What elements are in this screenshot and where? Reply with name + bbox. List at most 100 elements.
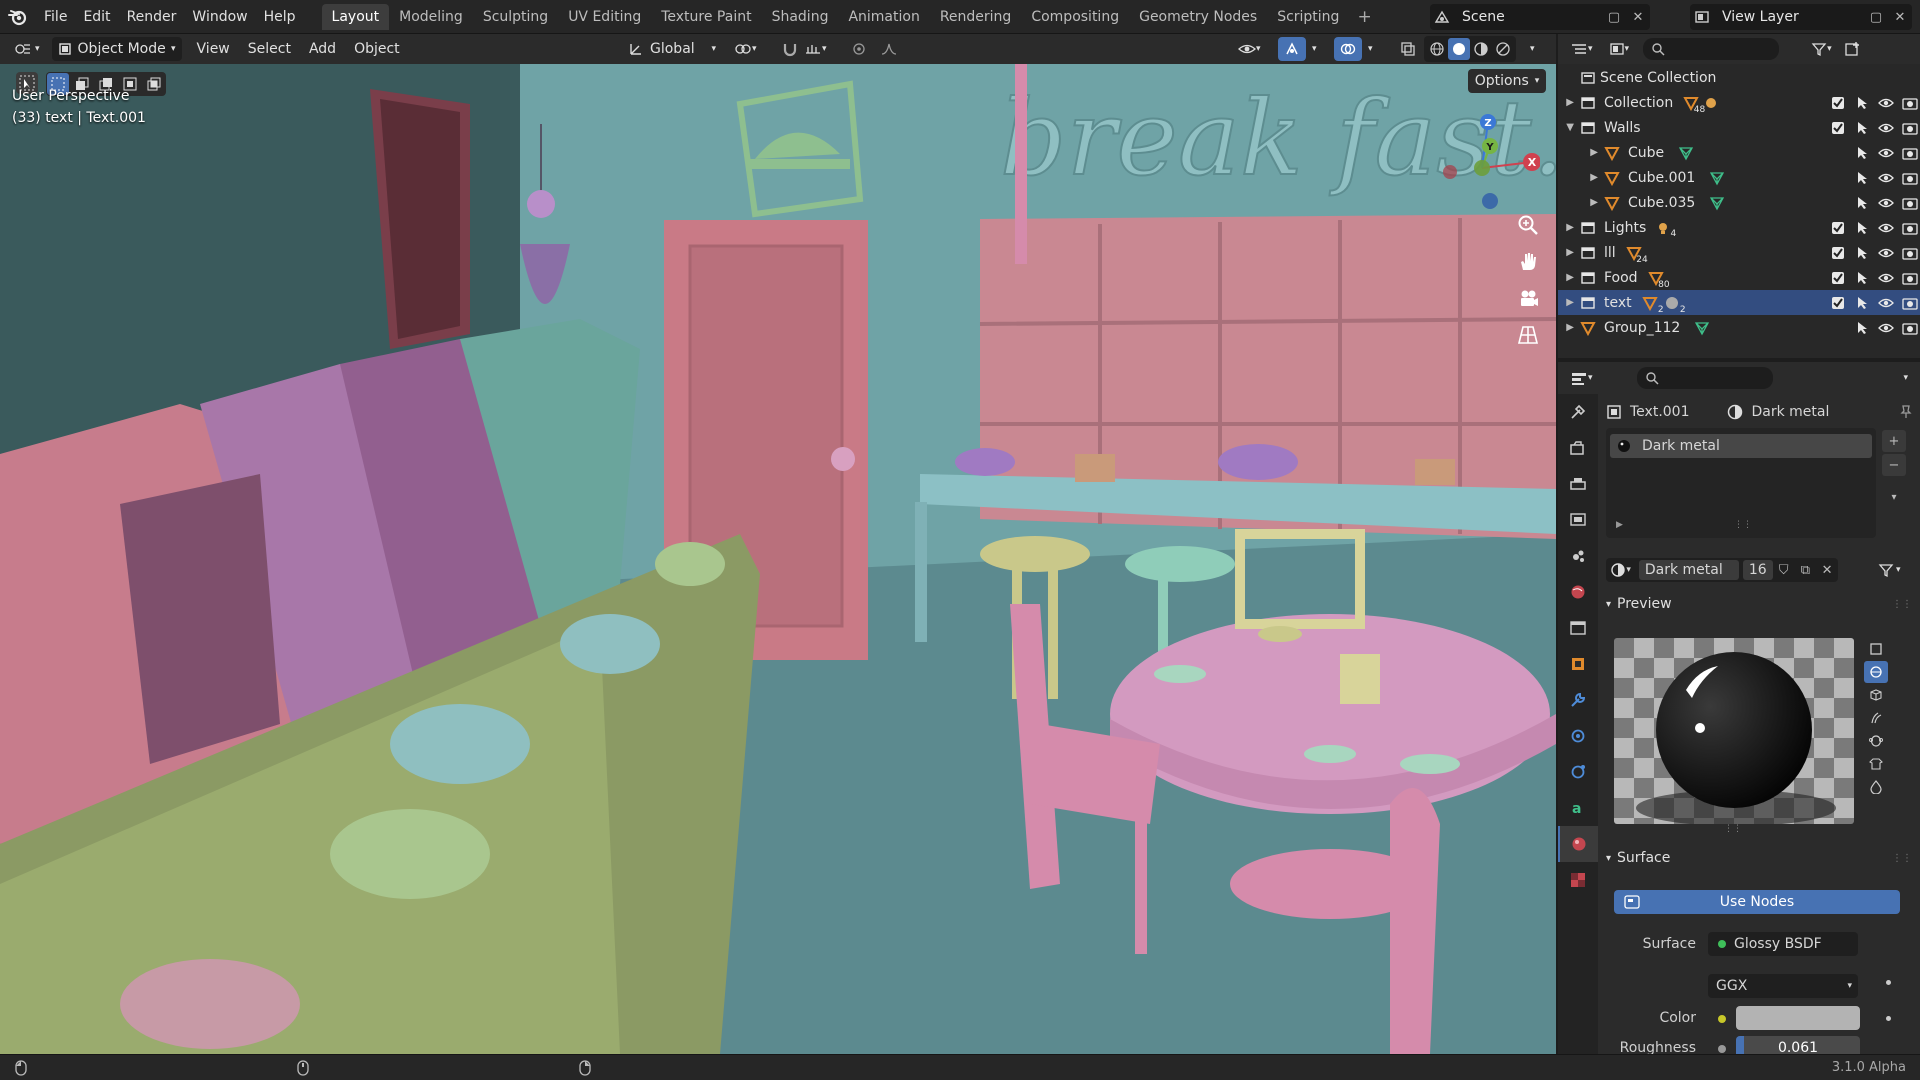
proportional-falloff-dropdown[interactable]	[874, 37, 904, 61]
scene-name[interactable]: Scene	[1462, 9, 1602, 25]
tab-texture-paint[interactable]: Texture Paint	[651, 4, 761, 30]
remove-slot-button[interactable]: −	[1882, 454, 1906, 476]
preview-monkey-button[interactable]	[1864, 730, 1888, 752]
tab-modeling[interactable]: Modeling	[389, 4, 473, 30]
render-toggle[interactable]	[1900, 318, 1920, 338]
render-toggle[interactable]	[1900, 143, 1920, 163]
expand-arrow-icon[interactable]: ▶	[1558, 297, 1580, 308]
child-count-badge[interactable]: 24	[1625, 245, 1648, 265]
blender-logo-icon[interactable]	[0, 0, 36, 34]
options-button[interactable]: Options ▾	[1468, 69, 1546, 93]
outliner-row[interactable]: ▶ Cube.035	[1558, 190, 1920, 215]
material-users-count[interactable]: 16	[1742, 560, 1773, 580]
render-toggle[interactable]	[1900, 168, 1920, 188]
surface-panel-header[interactable]: ▾ Surface ⋮⋮	[1606, 844, 1912, 872]
tab-compositing[interactable]: Compositing	[1021, 4, 1129, 30]
perspective-toggle-button[interactable]	[1512, 319, 1544, 351]
menu-help[interactable]: Help	[256, 0, 304, 34]
outliner-filter-dropdown[interactable]: ▾	[1805, 37, 1838, 61]
exclude-checkbox[interactable]	[1828, 268, 1848, 288]
zoom-view-button[interactable]	[1512, 209, 1544, 241]
tab-view-layer[interactable]	[1558, 502, 1598, 538]
outliner-row[interactable]: ▶ Food 80	[1558, 265, 1920, 290]
overlays-dropdown[interactable]: ▾	[1362, 37, 1379, 61]
expand-arrow-icon[interactable]: ▶	[1558, 322, 1580, 333]
menu-edit[interactable]: Edit	[75, 0, 118, 34]
solid-shading-button[interactable]	[1448, 38, 1470, 60]
menu-select[interactable]: Select	[239, 41, 300, 57]
shading-options-dropdown[interactable]: ▾	[1524, 37, 1541, 61]
render-toggle[interactable]	[1900, 293, 1920, 313]
overlays-toggle[interactable]	[1334, 37, 1362, 61]
render-toggle[interactable]	[1900, 118, 1920, 138]
scene-selector[interactable]: Scene ▢ ✕	[1430, 4, 1650, 30]
pivot-point-dropdown[interactable]: ▾	[728, 37, 763, 61]
menu-file[interactable]: File	[36, 0, 75, 34]
visibility-toggle[interactable]	[1876, 93, 1896, 113]
outliner-row[interactable]: ▶ lll 24	[1558, 240, 1920, 265]
visibility-toggle[interactable]	[1876, 218, 1896, 238]
visibility-toggle[interactable]	[1876, 118, 1896, 138]
drag-handle-icon[interactable]: ⋮⋮	[1892, 599, 1912, 610]
selectable-toggle[interactable]	[1852, 318, 1872, 338]
selectable-toggle[interactable]	[1852, 218, 1872, 238]
tab-shading[interactable]: Shading	[762, 4, 839, 30]
exclude-checkbox[interactable]	[1828, 243, 1848, 263]
preview-hair-button[interactable]	[1864, 707, 1888, 729]
expand-arrow-icon[interactable]: ▶	[1558, 272, 1580, 283]
tab-scripting[interactable]: Scripting	[1267, 4, 1349, 30]
camera-view-button[interactable]	[1512, 282, 1544, 314]
visibility-toggle[interactable]	[1876, 293, 1896, 313]
exclude-checkbox[interactable]	[1828, 293, 1848, 313]
xray-toggle[interactable]	[1394, 37, 1422, 61]
tab-output[interactable]	[1558, 466, 1598, 502]
duplicate-material-icon[interactable]: ⧉	[1794, 559, 1816, 581]
gizmo-toggle[interactable]	[1278, 37, 1306, 61]
selectable-toggle[interactable]	[1852, 143, 1872, 163]
snap-target-dropdown[interactable]: ▾	[798, 37, 833, 61]
tab-object[interactable]	[1558, 646, 1598, 682]
preview-cube-button[interactable]	[1864, 684, 1888, 706]
selectable-toggle[interactable]	[1852, 168, 1872, 188]
outliner-row[interactable]: ▶ Cube	[1558, 140, 1920, 165]
tab-modifiers[interactable]	[1558, 682, 1598, 718]
preview-sphere-button[interactable]	[1864, 661, 1888, 683]
child-count-badge[interactable]: 80	[1647, 270, 1670, 290]
surface-shader-selector[interactable]: Glossy BSDF	[1708, 932, 1858, 956]
roughness-slider[interactable]: 0.061	[1736, 1036, 1860, 1054]
close-scene-icon[interactable]: ✕	[1626, 6, 1650, 28]
outliner-row[interactable]: ▶ Group_112	[1558, 315, 1920, 340]
keyframe-dot-icon[interactable]	[1886, 1016, 1891, 1021]
tab-particles[interactable]	[1558, 718, 1598, 754]
proportional-edit-toggle[interactable]	[846, 37, 872, 61]
selectable-toggle[interactable]	[1852, 93, 1872, 113]
display-mode-dropdown[interactable]: ▾	[1603, 37, 1636, 61]
view-layer-name[interactable]: View Layer	[1722, 9, 1864, 25]
selectable-toggle[interactable]	[1852, 243, 1872, 263]
view-layer-selector[interactable]: View Layer ▢ ✕	[1690, 4, 1912, 30]
child-count-badge[interactable]: 4	[1656, 221, 1676, 239]
outliner-editor-type[interactable]: ▾	[1564, 37, 1599, 61]
menu-view[interactable]: View	[188, 41, 239, 57]
outliner-row[interactable]: ▶ Collection 48	[1558, 90, 1920, 115]
new-collection-button[interactable]	[1838, 37, 1866, 61]
render-toggle[interactable]	[1900, 193, 1920, 213]
child-count-badge[interactable]: 2	[1641, 295, 1664, 315]
node-tree-dropdown[interactable]: ▾	[1872, 558, 1907, 582]
menu-add[interactable]: Add	[300, 41, 345, 57]
expand-arrow-icon[interactable]: ▶	[1616, 520, 1623, 530]
preview-flat-button[interactable]	[1864, 638, 1888, 660]
tab-material[interactable]	[1558, 826, 1598, 862]
roughness-socket-icon[interactable]	[1718, 1045, 1726, 1053]
preview-panel-header[interactable]: ▾ Preview ⋮⋮	[1606, 590, 1912, 618]
pin-icon[interactable]	[1898, 403, 1914, 423]
drag-handle-icon[interactable]: ⋮⋮	[1892, 853, 1912, 864]
expand-arrow-icon[interactable]: ▶	[1558, 197, 1604, 208]
add-workspace-button[interactable]: +	[1349, 7, 1379, 27]
3d-viewport[interactable]: break fast. User Perspective (33) text |…	[0, 64, 1556, 1054]
tab-geometry-nodes[interactable]: Geometry Nodes	[1129, 4, 1267, 30]
material-datablock-selector[interactable]: ▾ Dark metal 16 ⛉ ⧉ ✕	[1606, 558, 1838, 582]
properties-options-dropdown[interactable]: ▾	[1897, 366, 1914, 390]
menu-render[interactable]: Render	[119, 0, 185, 34]
outliner-row[interactable]: ▶ Cube.001	[1558, 165, 1920, 190]
